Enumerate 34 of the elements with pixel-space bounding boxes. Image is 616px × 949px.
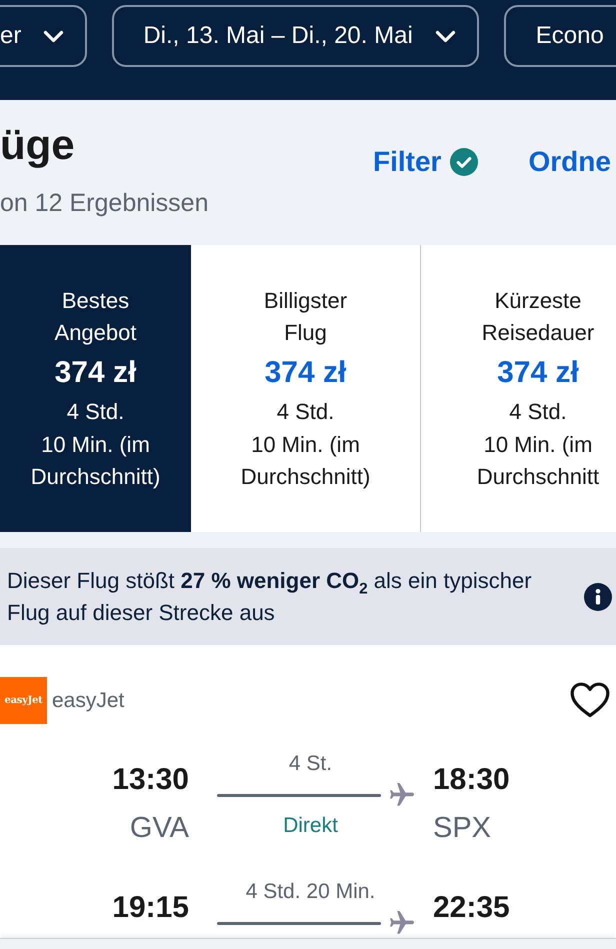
airline-name: easyJet (52, 688, 124, 712)
tab-price: 374 zł (497, 355, 579, 391)
info-icon[interactable] (584, 583, 612, 611)
chevron-down-icon (43, 30, 64, 42)
co2-notice-text: Dieser Flug stößt 27 % weniger CO$_{2}$ als ein typischer Flug auf dieser Strecke aus (7, 567, 533, 627)
sort-tab[interactable]: Billigster Flug 374 zł 4 Std. 10 Min. (im Durchschnitt) (191, 245, 420, 532)
dropdown-button[interactable]: Di., 13. Mai – Di., 20. Mai (112, 5, 479, 67)
filter-button[interactable]: Filter (373, 145, 478, 179)
departure-time: 13:30 (112, 762, 189, 798)
tab-duration: 4 Std. 10 Min. (im Durchschnitt (476, 398, 600, 491)
dropdown-button[interactable]: er (0, 5, 88, 67)
departure-airport: GVA (130, 811, 189, 846)
tab-price: 374 zł (264, 355, 346, 391)
airline-logo: easyJet (0, 677, 47, 724)
flight-duration: 4 St. (288, 751, 332, 777)
tab-duration: 4 Std. 10 Min. (im Durchschnitt) (240, 398, 370, 491)
plane-icon (390, 911, 414, 935)
sort-tab[interactable]: Kürzeste Reisedauer 374 zł 4 Std. 10 Min. (im Durchschnitt (420, 245, 616, 532)
results-title: üge (0, 121, 75, 169)
sort-button[interactable]: Ordne (528, 145, 611, 179)
heart-icon[interactable] (570, 682, 610, 719)
plane-icon (390, 783, 414, 807)
sort-tab[interactable]: Bestes Angebot 374 zł 4 Std. 10 Min. (im Durchschnitt) (0, 245, 191, 532)
flight-duration: 4 Std. 20 Min. (246, 879, 376, 905)
arrival-time: 22:35 (433, 890, 510, 926)
chevron-down-icon (434, 30, 456, 42)
stops-label: Direkt (283, 813, 338, 839)
dropdown-button[interactable]: Econo (504, 5, 616, 67)
results-count: on 12 Ergebnissen (0, 188, 208, 219)
departure-time: 19:15 (112, 890, 189, 926)
tab-price: 374 zł (54, 355, 136, 391)
arrival-airport: SPX (433, 811, 492, 846)
arrival-time: 18:30 (433, 762, 510, 798)
tab-duration: 4 Std. 10 Min. (im Durchschnitt) (30, 398, 160, 491)
